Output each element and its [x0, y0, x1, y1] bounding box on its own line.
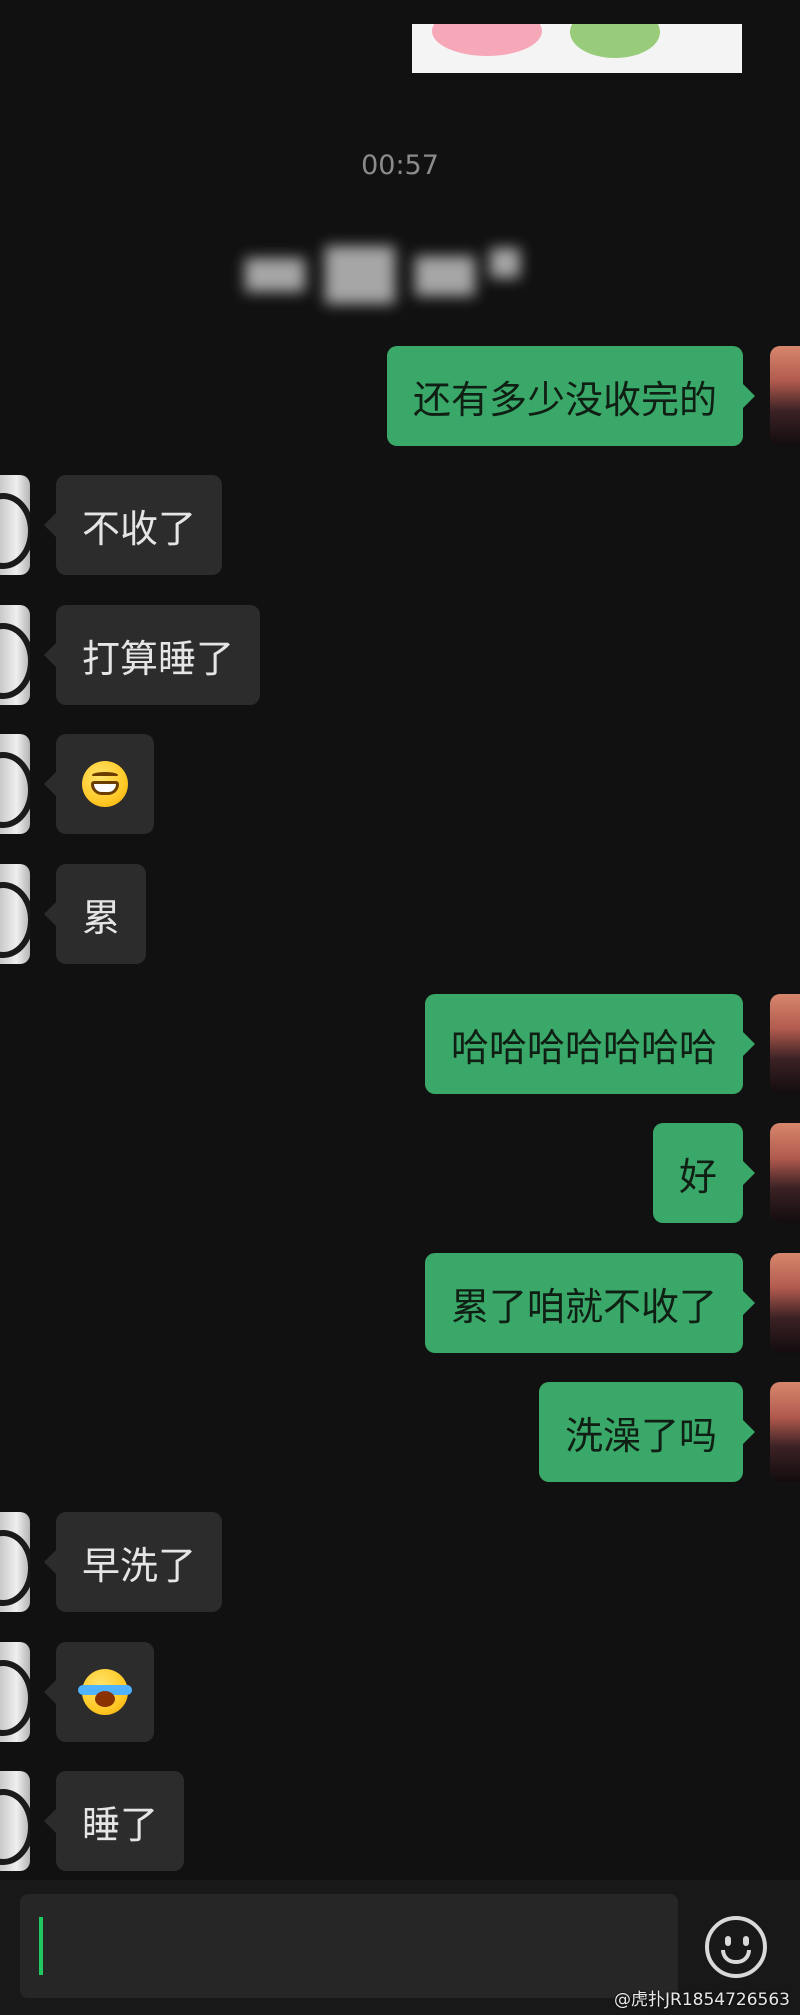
- contact-avatar[interactable]: [0, 734, 30, 834]
- message-text: 早洗了: [82, 1543, 197, 1588]
- chat-message: 哈哈哈哈哈哈哈: [0, 994, 800, 1094]
- chat-message: 不收了: [0, 475, 800, 575]
- redacted-system-notice: [245, 238, 530, 318]
- contact-avatar[interactable]: [0, 605, 30, 705]
- chat-message: [0, 1642, 800, 1742]
- contact-avatar[interactable]: [0, 864, 30, 964]
- message-text: 哈哈哈哈哈哈哈: [450, 1025, 717, 1070]
- received-message-bubble[interactable]: 累: [43, 864, 147, 964]
- pig-sticker-icon: [432, 24, 542, 56]
- contact-avatar[interactable]: [0, 1771, 30, 1871]
- message-text: 累: [82, 895, 121, 940]
- shared-sticker-image[interactable]: [412, 24, 742, 73]
- emoji-eye-icon: [743, 1936, 749, 1946]
- received-message-bubble[interactable]: 早洗了: [43, 1512, 223, 1612]
- turtle-sticker-icon: [570, 24, 660, 58]
- received-message-bubble[interactable]: 不收了: [43, 475, 223, 575]
- contact-avatar[interactable]: [0, 1512, 30, 1612]
- message-text: 洗澡了吗: [564, 1413, 717, 1458]
- my-avatar[interactable]: [770, 346, 800, 446]
- sent-message-bubble[interactable]: 好: [652, 1123, 756, 1223]
- loudly-crying-face-icon: [78, 1669, 132, 1715]
- contact-avatar[interactable]: [0, 475, 30, 575]
- sent-message-bubble[interactable]: 哈哈哈哈哈哈哈: [424, 994, 756, 1094]
- emoji-eye-icon: [725, 1936, 731, 1946]
- received-message-bubble[interactable]: 睡了: [43, 1771, 185, 1871]
- chat-message: 洗澡了吗: [0, 1382, 800, 1482]
- contact-avatar[interactable]: [0, 1642, 30, 1742]
- my-avatar[interactable]: [770, 1253, 800, 1353]
- chat-message: [0, 734, 800, 834]
- received-message-bubble[interactable]: [44, 1642, 154, 1742]
- emoji-smile-icon: [721, 1950, 751, 1964]
- message-text: 还有多少没收完的: [412, 377, 717, 422]
- emoji-button[interactable]: [705, 1916, 767, 1978]
- chat-message: 还有多少没收完的: [0, 346, 800, 446]
- message-text: 睡了: [82, 1802, 159, 1847]
- sent-message-bubble[interactable]: 还有多少没收完的: [386, 346, 756, 446]
- message-text: 好: [678, 1154, 717, 1199]
- message-text: 打算睡了: [82, 636, 235, 681]
- my-avatar[interactable]: [770, 1123, 800, 1223]
- sent-message-bubble[interactable]: 洗澡了吗: [538, 1382, 756, 1482]
- grinning-face-icon: [82, 761, 128, 807]
- chat-message: 好: [0, 1123, 800, 1223]
- my-avatar[interactable]: [770, 994, 800, 1094]
- chat-message: 早洗了: [0, 1512, 800, 1612]
- chat-message: 睡了: [0, 1771, 800, 1871]
- message-input[interactable]: [20, 1894, 678, 1998]
- received-message-bubble[interactable]: [44, 734, 154, 834]
- chat-message: 累: [0, 864, 800, 964]
- my-avatar[interactable]: [770, 1382, 800, 1482]
- text-cursor: [39, 1917, 43, 1975]
- message-timestamp: 00:57: [361, 150, 439, 181]
- message-text: 累了咱就不收了: [450, 1284, 717, 1329]
- chat-message: 累了咱就不收了: [0, 1253, 800, 1353]
- sent-message-bubble[interactable]: 累了咱就不收了: [424, 1253, 756, 1353]
- watermark: @虎扑JR1854726563: [614, 1990, 790, 2010]
- received-message-bubble[interactable]: 打算睡了: [43, 605, 261, 705]
- chat-message: 打算睡了: [0, 605, 800, 705]
- message-text: 不收了: [82, 506, 197, 551]
